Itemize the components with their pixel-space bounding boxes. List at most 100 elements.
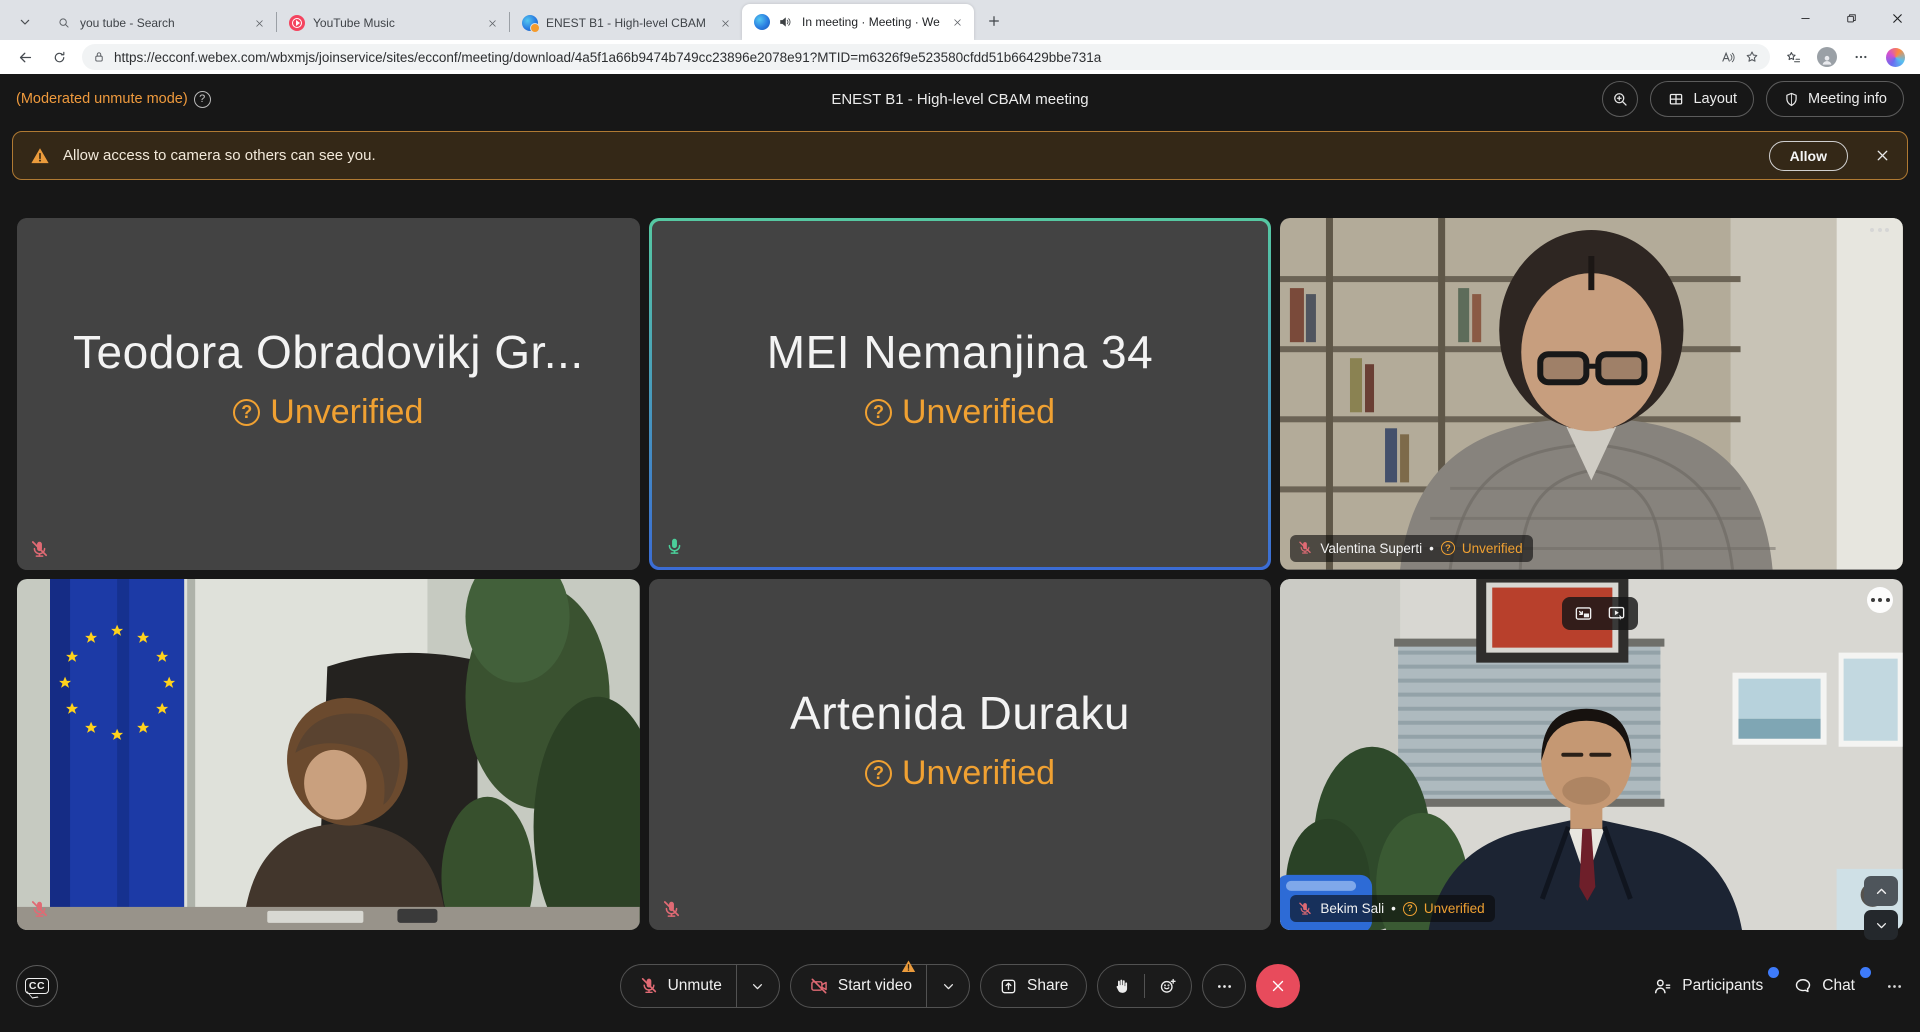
participant-name: Bekim Sali: [1320, 901, 1384, 916]
banner-close-icon[interactable]: [1874, 147, 1891, 164]
zoom-search-button[interactable]: [1602, 81, 1638, 117]
tile-more-options-icon[interactable]: [1870, 228, 1889, 232]
mic-muted-icon: [639, 976, 659, 996]
video-tile-teodora[interactable]: Teodora Obradovikj Gr... ? Unverified: [17, 218, 640, 570]
video-options-chevron[interactable]: [927, 965, 969, 1007]
help-icon[interactable]: ?: [194, 91, 211, 108]
participant-name: Artenida Duraku: [790, 686, 1130, 740]
leave-meeting-button[interactable]: [1256, 964, 1300, 1008]
raise-hand-icon: [1112, 977, 1131, 996]
smiley-reaction-icon: [1158, 976, 1178, 996]
raise-hand-button[interactable]: [1098, 977, 1144, 996]
screen: you tube - Search YouTube Music ENEST B1…: [0, 0, 1920, 1032]
unverified-badge: ? Unverified: [233, 393, 423, 432]
unmute-split-button: Unmute: [620, 964, 780, 1008]
chat-notification-dot: [1860, 967, 1871, 978]
video-grid: Teodora Obradovikj Gr... ? Unverified ME…: [17, 218, 1903, 930]
mic-muted-icon: [29, 899, 50, 920]
share-icon: [999, 977, 1018, 996]
share-button[interactable]: Share: [980, 964, 1087, 1008]
address-bar[interactable]: https://ecconf.webex.com/wbxmjs/joinserv…: [82, 44, 1770, 70]
participant-label: Valentina Superti • ? Unverified: [1290, 535, 1532, 562]
read-aloud-icon[interactable]: [1719, 49, 1736, 66]
meeting-control-bar: CC Unmute Start video: [0, 954, 1920, 1018]
meeting-info-button[interactable]: Meeting info: [1766, 81, 1904, 117]
video-tile-eu-office[interactable]: [17, 579, 640, 931]
participant-name: MEI Nemanjina 34: [767, 325, 1153, 379]
participant-label: Bekim Sali • ? Unverified: [1290, 895, 1494, 922]
participants-notification-dot: [1768, 967, 1779, 978]
youtube-music-icon: [289, 15, 305, 31]
participants-icon: [1652, 976, 1673, 997]
start-video-split-button: Start video: [790, 964, 970, 1008]
tab-in-meeting-active[interactable]: In meeting · Meeting · Webe: [742, 4, 974, 40]
browser-toolbar: https://ecconf.webex.com/wbxmjs/joinserv…: [0, 40, 1920, 74]
tab-close-icon[interactable]: [716, 14, 734, 32]
focus-video-icon[interactable]: [1607, 604, 1626, 623]
participant-name: Teodora Obradovikj Gr...: [73, 325, 584, 379]
more-options-icon: [1215, 977, 1234, 996]
close-icon: [1269, 977, 1287, 995]
audio-options-chevron[interactable]: [737, 965, 779, 1007]
panel-more-options-button[interactable]: [1885, 977, 1904, 996]
participant-video: [1280, 218, 1903, 570]
back-button[interactable]: [10, 43, 40, 71]
tab-webex-cbam[interactable]: ENEST B1 - High-level CBAM mee: [510, 6, 742, 40]
lock-icon[interactable]: [92, 50, 106, 64]
question-circle-icon: ?: [1403, 902, 1417, 916]
picture-in-picture-icon[interactable]: [1574, 604, 1593, 623]
tab-close-icon[interactable]: [483, 14, 501, 32]
question-circle-icon: ?: [865, 760, 892, 787]
video-tile-bekim[interactable]: Bekim Sali • ? Unverified: [1280, 579, 1903, 931]
scroll-down-button[interactable]: [1864, 910, 1898, 940]
layout-grid-icon: [1667, 90, 1685, 108]
tab-title: YouTube Music: [313, 16, 475, 30]
collections-icon[interactable]: [1778, 43, 1808, 71]
video-tile-mei-nemanjina[interactable]: MEI Nemanjina 34 ? Unverified: [649, 218, 1272, 570]
tab-youtube-search[interactable]: you tube - Search: [44, 6, 276, 40]
new-tab-button[interactable]: [980, 7, 1008, 35]
favorite-star-icon[interactable]: [1744, 49, 1760, 65]
allow-button[interactable]: Allow: [1769, 141, 1848, 171]
participant-video: [1280, 579, 1903, 931]
participant-name: Valentina Superti: [1320, 541, 1422, 556]
chat-icon: [1793, 976, 1813, 996]
close-window-button[interactable]: [1874, 0, 1920, 36]
chat-button[interactable]: Chat: [1793, 976, 1855, 996]
video-tile-valentina[interactable]: Valentina Superti • ? Unverified: [1280, 218, 1903, 570]
participant-video: [17, 579, 640, 931]
tab-close-icon[interactable]: [250, 14, 268, 32]
meeting-title: ENEST B1 - High-level CBAM meeting: [831, 91, 1088, 108]
cc-icon: CC: [25, 978, 49, 994]
tab-title: ENEST B1 - High-level CBAM mee: [546, 16, 708, 30]
browser-tab-strip: you tube - Search YouTube Music ENEST B1…: [0, 0, 1920, 40]
tab-search-dropdown[interactable]: [8, 6, 42, 38]
participants-button[interactable]: Participants: [1652, 976, 1763, 997]
tab-title: you tube - Search: [80, 16, 242, 30]
copilot-icon[interactable]: [1880, 43, 1910, 71]
reactions-button[interactable]: [1145, 976, 1191, 996]
question-circle-icon: ?: [1441, 541, 1455, 555]
video-tile-artenida[interactable]: Artenida Duraku ? Unverified: [649, 579, 1272, 931]
meeting-top-bar: (Moderated unmute mode) ? ENEST B1 - Hig…: [0, 74, 1920, 124]
browser-menu-icon[interactable]: [1846, 43, 1876, 71]
tab-youtube-music[interactable]: YouTube Music: [277, 6, 509, 40]
scroll-up-button[interactable]: [1864, 876, 1898, 906]
tab-close-icon[interactable]: [948, 13, 966, 31]
minimize-button[interactable]: [1782, 0, 1828, 36]
more-options-button[interactable]: [1202, 964, 1246, 1008]
mic-muted-icon: [661, 899, 682, 920]
refresh-button[interactable]: [44, 43, 74, 71]
closed-captions-button[interactable]: CC: [16, 965, 58, 1007]
layout-button[interactable]: Layout: [1650, 81, 1754, 117]
tab-audio-icon[interactable]: [778, 14, 794, 30]
tile-more-options-icon[interactable]: [1867, 587, 1893, 613]
profile-avatar[interactable]: [1812, 43, 1842, 71]
camera-off-icon: [809, 976, 829, 996]
unverified-badge: ? Unverified: [865, 754, 1055, 793]
restore-button[interactable]: [1828, 0, 1874, 36]
more-options-icon: [1885, 977, 1904, 996]
unmute-button[interactable]: Unmute: [621, 965, 736, 1007]
camera-permission-banner: Allow access to camera so others can see…: [12, 131, 1908, 180]
url-text[interactable]: https://ecconf.webex.com/wbxmjs/joinserv…: [114, 50, 1711, 65]
